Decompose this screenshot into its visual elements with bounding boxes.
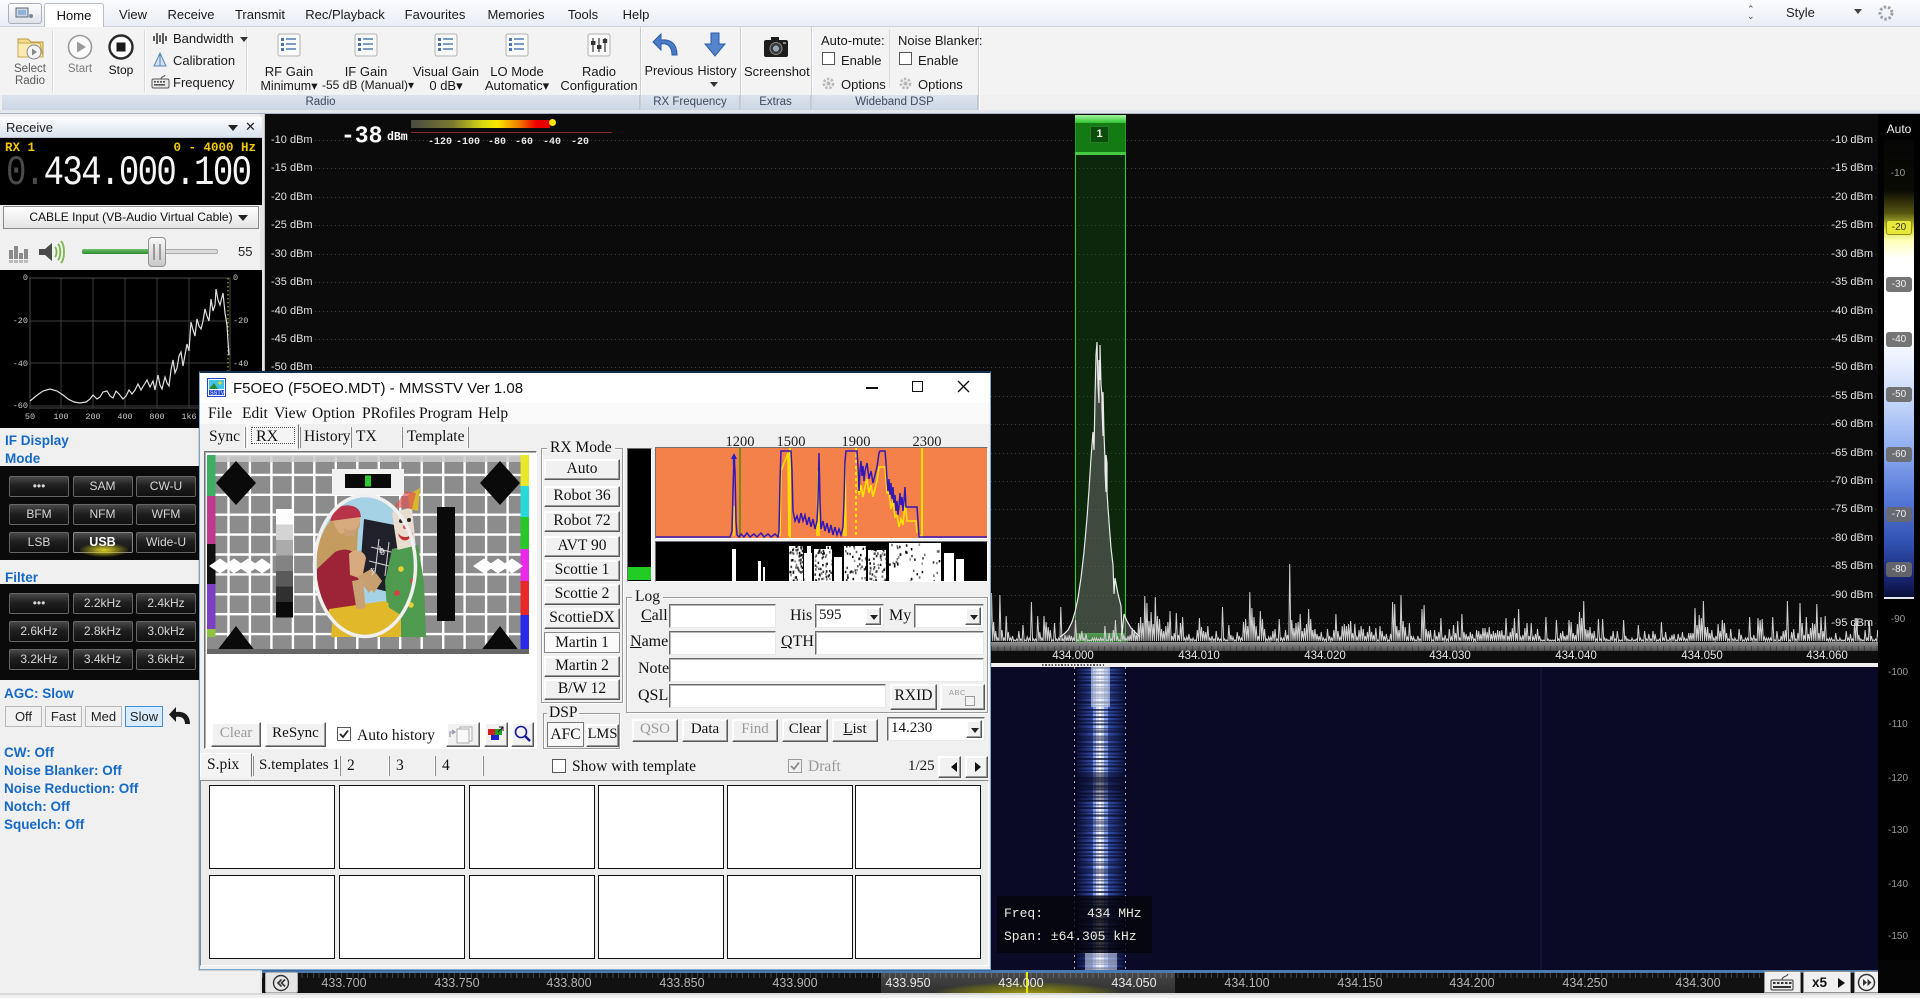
svg-text:b: b [380,547,385,558]
svg-text:SSTV: SSTV [210,391,225,397]
